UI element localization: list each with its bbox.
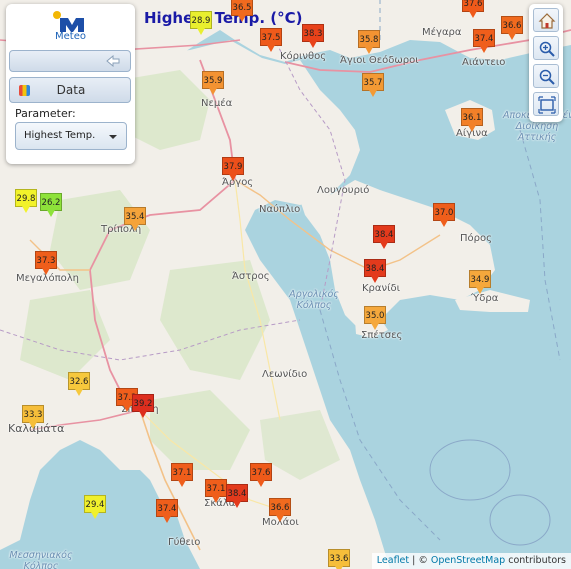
station-marker[interactable]: 37.6 (462, 0, 484, 18)
home-button[interactable] (533, 8, 559, 32)
station-marker[interactable]: 37.0 (433, 203, 455, 227)
leaflet-link[interactable]: Leaflet (377, 555, 409, 566)
station-marker[interactable]: 26.2 (40, 193, 62, 217)
attribution-separator: | © (409, 555, 431, 566)
osm-link[interactable]: OpenStreetMap (431, 555, 505, 566)
place-label: Άστρος (232, 271, 270, 282)
station-marker[interactable]: 37.1 (205, 479, 227, 503)
station-marker[interactable]: 35.8 (358, 30, 380, 54)
place-label: Πόρος (460, 233, 492, 244)
parameter-selected-value: Highest Temp. (24, 130, 96, 141)
station-marker[interactable]: 39.2 (132, 394, 154, 418)
station-marker[interactable]: 36.5 (231, 0, 253, 22)
station-marker[interactable]: 38.4 (226, 484, 248, 508)
place-label: Μέγαρα (422, 27, 462, 38)
place-label: Λουγουριό (317, 185, 370, 196)
zoom-out-button[interactable] (533, 64, 559, 88)
place-label: Νεμέα (201, 98, 233, 109)
zoom-out-icon (539, 69, 555, 85)
map-canvas[interactable]: Highest Temp. (°C) Κόρινθος Άγιοι Θεόδωρ… (0, 0, 571, 569)
station-marker[interactable]: 33.3 (22, 405, 44, 429)
station-marker[interactable]: 33.6 (328, 549, 350, 569)
place-label: Ναύπλιο (259, 204, 301, 215)
parameter-label: Parameter: (15, 107, 76, 120)
station-marker[interactable]: 37.4 (473, 29, 495, 53)
data-button[interactable]: Data (9, 77, 131, 103)
place-label: Άργος (222, 177, 254, 188)
station-marker[interactable]: 37.4 (156, 499, 178, 523)
parameter-select[interactable]: Highest Temp. (15, 122, 127, 150)
station-marker[interactable]: 34.9 (469, 270, 491, 294)
station-marker[interactable]: 29.8 (15, 189, 37, 213)
station-marker[interactable]: 38.3 (302, 24, 324, 48)
fullscreen-icon (538, 96, 556, 114)
data-button-label: Data (56, 83, 86, 97)
home-icon (538, 13, 556, 29)
place-label: Λεωνίδιο (262, 369, 308, 380)
control-panel: Meteo Data Parameter: Highest Temp. (6, 4, 135, 164)
station-marker[interactable]: 38.4 (373, 225, 395, 249)
station-marker[interactable]: 37.5 (260, 28, 282, 52)
place-label: Άγιοι Θεόδωροι (340, 55, 419, 66)
station-marker[interactable]: 36.6 (269, 498, 291, 522)
place-label: Ύδρα (471, 293, 499, 304)
place-label: Γύθειο (168, 537, 201, 548)
chevron-down-icon (109, 135, 117, 139)
map-toolbar (529, 4, 563, 122)
station-marker[interactable]: 35.0 (364, 306, 386, 330)
sea-label: Αργολικός Κόλπος (289, 289, 339, 311)
station-marker[interactable]: 35.4 (124, 207, 146, 231)
zoom-in-button[interactable] (533, 36, 559, 60)
place-label: Κόρινθος (280, 51, 327, 62)
station-marker[interactable]: 38.4 (364, 259, 386, 283)
station-marker[interactable]: 36.1 (461, 108, 483, 132)
logo-text: Meteo (55, 31, 86, 42)
station-marker[interactable]: 36.6 (501, 16, 523, 40)
arrow-left-icon (106, 55, 120, 67)
zoom-in-icon (539, 41, 555, 57)
station-marker[interactable]: 37.6 (250, 463, 272, 487)
station-marker[interactable]: 37.9 (222, 157, 244, 181)
attribution: Leaflet | © OpenStreetMap contributors (371, 553, 571, 569)
station-marker[interactable]: 35.9 (202, 71, 224, 95)
station-marker[interactable]: 35.7 (362, 73, 384, 97)
map-title: Highest Temp. (°C) (144, 9, 303, 27)
place-label: Σπέτσες (361, 330, 403, 341)
place-label: Κρανίδι (362, 283, 400, 294)
station-marker[interactable]: 37.1 (171, 463, 193, 487)
station-marker[interactable]: 32.6 (68, 372, 90, 396)
station-marker[interactable]: 37.3 (35, 251, 57, 275)
place-label: Αιάντειο (462, 57, 506, 68)
station-marker[interactable]: 28.9 (190, 11, 212, 35)
sea-label: Μεσσηνιακός Κόλπος (9, 550, 73, 569)
attribution-suffix: contributors (505, 555, 566, 566)
fullscreen-button[interactable] (533, 92, 559, 116)
back-button[interactable] (9, 50, 131, 72)
station-marker[interactable]: 29.4 (84, 495, 106, 519)
